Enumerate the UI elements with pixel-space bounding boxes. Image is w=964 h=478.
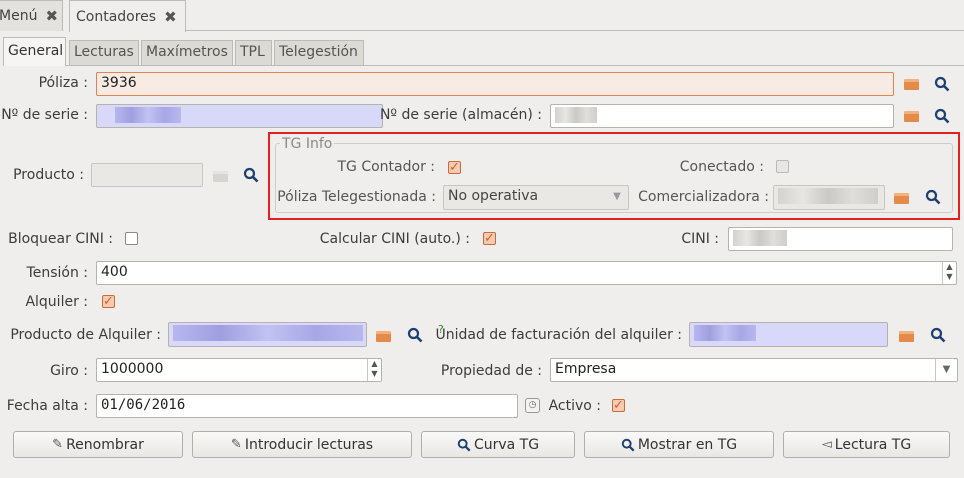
doc-tab-label: Contadores <box>76 8 157 25</box>
curva-tg-button[interactable]: Curva TG <box>421 431 575 458</box>
doc-tab-menu[interactable]: Menú ✖ <box>0 0 63 31</box>
n-serie-label: Nº de serie : <box>1 107 88 123</box>
cini-input[interactable] <box>728 227 953 251</box>
close-icon[interactable]: ✖ <box>45 7 58 25</box>
conectado-label: Conectado : <box>679 159 764 175</box>
search-icon[interactable] <box>925 189 941 205</box>
alquiler-label: Alquiler : <box>25 294 88 310</box>
tab-general[interactable]: General <box>3 37 66 66</box>
producto-alquiler-input[interactable] <box>168 322 367 347</box>
bloquear-cini-checkbox[interactable] <box>125 232 138 245</box>
unidad-facturacion-input[interactable] <box>689 322 888 347</box>
search-icon <box>621 438 635 451</box>
tg-info-title: TG Info <box>280 136 335 152</box>
giro-label: Giro : <box>50 363 88 379</box>
cini-label: CINI : <box>681 231 719 247</box>
close-icon[interactable]: ✖ <box>164 8 177 26</box>
curva-tg-label: Curva TG <box>473 436 540 453</box>
poliza-telegestionada-label: Póliza Telegestionada : <box>277 189 436 205</box>
poliza-input[interactable]: 3936 <box>96 72 894 96</box>
comercializadora-label: Comercializadora : <box>638 189 769 205</box>
search-icon[interactable] <box>930 327 946 343</box>
open-icon[interactable] <box>899 331 914 342</box>
tg-contador-checkbox[interactable]: ✓ <box>448 161 461 174</box>
n-serie-almacen-label: Nº de serie (almacén) : <box>379 107 542 123</box>
propiedad-label: Propiedad de : <box>440 363 542 379</box>
search-icon[interactable] <box>934 108 950 124</box>
open-icon[interactable] <box>894 193 909 204</box>
comercializadora-input <box>773 185 885 210</box>
doc-tab-contadores[interactable]: Contadores ✖ <box>69 0 186 32</box>
bloquear-cini-label: Bloquear CINI : <box>8 231 113 247</box>
open-icon[interactable] <box>904 111 919 122</box>
giro-value: 1000000 <box>101 361 164 377</box>
propiedad-value: Empresa <box>555 361 617 377</box>
search-icon[interactable] <box>243 167 259 183</box>
open-icon <box>213 171 228 182</box>
spinner-icon[interactable]: ▲ ▼ <box>367 359 381 381</box>
fecha-alta-input[interactable]: 01/06/2016 <box>96 394 518 418</box>
search-icon[interactable] <box>407 327 423 343</box>
producto-label: Producto : <box>13 167 84 183</box>
poliza-telegestionada-select: No operativa ▼ <box>443 185 629 210</box>
lectura-tg-button[interactable]: ◅ Lectura TG <box>783 431 950 458</box>
calcular-cini-checkbox[interactable]: ✓ <box>483 232 496 245</box>
tg-contador-label: TG Contador : <box>337 159 435 175</box>
doc-tab-label: Menú <box>0 8 38 24</box>
pencil-icon: ✎ <box>52 437 64 452</box>
tension-input[interactable]: 400 ▲ ▼ <box>96 261 957 285</box>
mostrar-en-tg-button[interactable]: Mostrar en TG <box>584 431 774 458</box>
producto-alquiler-label: Producto de Alquiler : <box>10 327 161 343</box>
n-serie-almacen-input[interactable] <box>550 104 894 128</box>
poliza-telegestionada-value: No operativa <box>448 188 539 204</box>
poliza-label: Póliza : <box>38 75 88 91</box>
pencil-icon: ✎ <box>230 437 242 452</box>
introducir-lecturas-label: Introducir lecturas <box>244 436 374 453</box>
activo-label: Activo : <box>548 398 601 414</box>
tabbar-divider <box>186 30 964 31</box>
unidad-facturacion-label: Unidad de facturación del alquiler : <box>435 327 682 343</box>
open-icon[interactable] <box>376 331 391 342</box>
open-icon[interactable] <box>904 79 919 90</box>
activo-checkbox[interactable]: ✓ <box>612 399 625 412</box>
introducir-lecturas-button[interactable]: ✎ Introducir lecturas <box>192 431 412 458</box>
renombrar-button[interactable]: ✎ Renombrar <box>13 431 183 458</box>
renombrar-label: Renombrar <box>66 436 144 453</box>
calendar-icon[interactable]: ◷ <box>525 398 540 413</box>
search-icon <box>457 438 471 451</box>
lectura-tg-label: Lectura TG <box>834 436 912 453</box>
calcular-cini-label: Calcular CINI (auto.) : <box>319 231 470 247</box>
n-serie-input[interactable] <box>96 104 383 128</box>
propiedad-select[interactable]: Empresa ▼ <box>550 358 958 382</box>
tab-panel-border <box>66 65 964 66</box>
tension-label: Tensión : <box>26 265 88 281</box>
producto-input <box>91 163 203 187</box>
alquiler-checkbox[interactable]: ✓ <box>102 295 115 308</box>
chevron-down-icon: ▼ <box>613 191 621 202</box>
tab-telegestion[interactable]: Telegestión <box>274 40 364 65</box>
spinner-icon[interactable]: ▲ ▼ <box>942 262 956 284</box>
chevron-down-icon[interactable]: ▼ <box>935 359 957 381</box>
tab-lecturas[interactable]: Lecturas <box>69 40 139 65</box>
search-icon[interactable] <box>934 76 950 92</box>
mostrar-en-tg-label: Mostrar en TG <box>637 436 738 453</box>
tab-maximetros[interactable]: Maxímetros <box>141 40 233 65</box>
fecha-alta-label: Fecha alta : <box>6 398 88 414</box>
conectado-checkbox <box>776 160 789 173</box>
tension-value: 400 <box>101 264 128 280</box>
meter-icon: ◅ <box>821 437 832 452</box>
giro-input[interactable]: 1000000 ▲ ▼ <box>96 358 382 382</box>
tab-tpl[interactable]: TPL <box>235 40 272 65</box>
